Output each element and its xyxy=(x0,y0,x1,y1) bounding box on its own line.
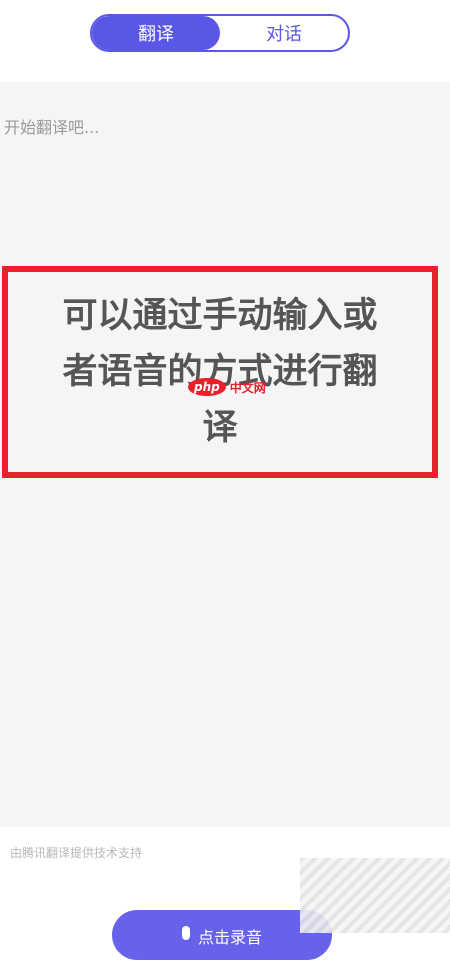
mode-switch: 翻译 对话 xyxy=(90,14,350,52)
voice-button-label: 点击录音 xyxy=(197,928,262,947)
blurred-region xyxy=(300,858,450,933)
translation-input[interactable] xyxy=(0,82,450,827)
tab-translate[interactable]: 翻译 xyxy=(92,16,220,50)
translation-panel xyxy=(0,82,450,827)
microphone-icon xyxy=(181,926,190,940)
voice-record-button[interactable]: 点击录音 xyxy=(112,910,332,960)
provider-credit: 由腾讯翻译提供技术支持 xyxy=(10,846,143,860)
tab-dialogue[interactable]: 对话 xyxy=(220,16,348,50)
